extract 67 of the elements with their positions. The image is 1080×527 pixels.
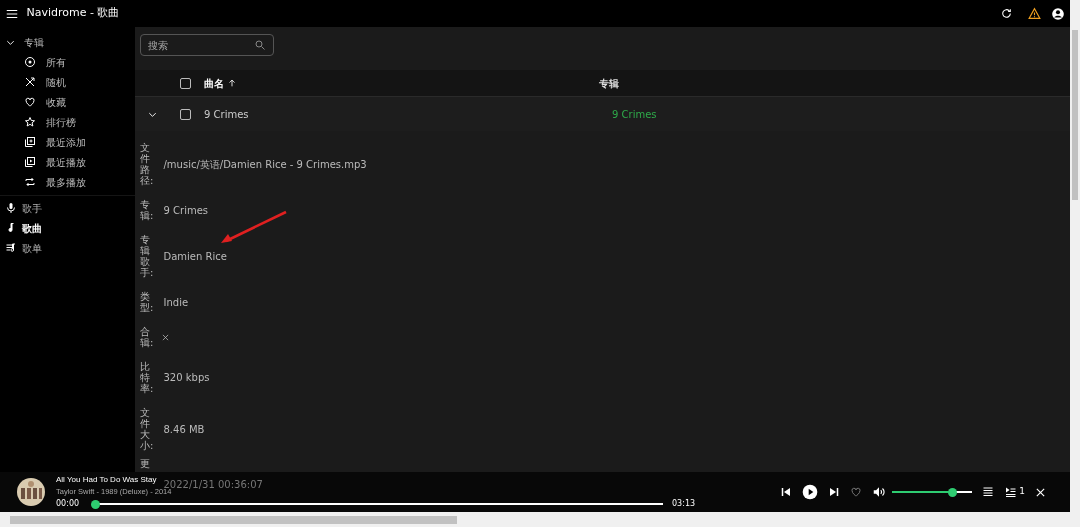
sidebar-group-label: 专辑	[23, 35, 44, 50]
sidebar-icon	[24, 116, 36, 128]
search-field[interactable]: 搜索	[140, 34, 274, 56]
field-label: 类型:	[140, 291, 155, 313]
checkbox[interactable]	[180, 77, 191, 89]
field-value: 8.46 MB	[163, 422, 205, 437]
vertical-scrollbar[interactable]	[1070, 0, 1080, 512]
search-icon	[254, 39, 266, 51]
horizontal-scrollbar[interactable]	[0, 512, 1080, 527]
column-header[interactable]: 专辑	[599, 75, 619, 91]
progress-thumb[interactable]	[91, 499, 100, 509]
current-time: 00:00	[56, 498, 81, 510]
sidebar-item[interactable]: 最多播放	[0, 172, 135, 192]
microphone-icon	[5, 202, 17, 214]
album-link[interactable]: 9 Crimes	[612, 106, 657, 122]
queue-button[interactable]: 1	[1003, 485, 1025, 499]
field-value: Indie	[163, 295, 189, 310]
field-label: 专辑歌手:	[140, 234, 155, 278]
field-label: 比特率:	[140, 361, 155, 394]
sidebar-item[interactable]: 最近添加	[0, 132, 135, 152]
field-label: 合辑:	[140, 326, 155, 348]
duration: 03:13	[672, 498, 696, 510]
music-note-icon	[5, 222, 17, 234]
sidebar-item[interactable]: 所有	[0, 52, 135, 72]
account-icon[interactable]	[1051, 6, 1065, 21]
sidebar-icon	[24, 56, 36, 68]
column-header[interactable]: 曲名	[204, 75, 224, 91]
sidebar-icon	[24, 176, 36, 188]
sidebar-item[interactable]: 歌曲	[0, 218, 135, 238]
sort-arrow-icon[interactable]	[226, 78, 237, 88]
sidebar-item[interactable]: 排行榜	[0, 112, 135, 132]
field-value: /music/英语/Damien Rice - 9 Crimes.mp3	[163, 157, 367, 172]
field-label: 更	[140, 458, 151, 469]
heart-icon[interactable]	[849, 486, 862, 498]
sidebar-item[interactable]: 歌手	[0, 198, 135, 218]
warning-icon[interactable]	[1028, 7, 1041, 20]
field-label: 专辑:	[140, 199, 155, 221]
sidebar-icon	[24, 156, 36, 168]
volume-thumb[interactable]	[947, 487, 957, 497]
sidebar-icon	[24, 136, 36, 148]
volume-icon[interactable]	[871, 485, 886, 499]
annotation-arrow	[220, 210, 288, 245]
sidebar-group[interactable]: 专辑	[0, 32, 135, 52]
app-title: Navidrome - 歌曲	[26, 5, 120, 22]
refresh-icon[interactable]	[1000, 7, 1013, 20]
field-label: 文件大小:	[140, 407, 155, 451]
close-icon[interactable]	[1035, 486, 1046, 498]
checkbox[interactable]	[180, 108, 191, 120]
sidebar-item[interactable]: 歌单	[0, 238, 135, 258]
list-icon[interactable]	[981, 486, 994, 498]
table-cell-text: 9 Crimes	[204, 107, 250, 122]
play-icon[interactable]	[801, 484, 818, 500]
sidebar-item[interactable]: 收藏	[0, 92, 135, 112]
cross-icon	[161, 332, 170, 342]
next-icon[interactable]	[827, 486, 840, 498]
playlist-icon	[5, 242, 17, 254]
field-value: 9 Crimes	[163, 203, 209, 218]
field-label: 文件路径:	[140, 142, 155, 186]
field-value: Damien Rice	[163, 249, 227, 264]
sidebar-item[interactable]: 随机	[0, 72, 135, 92]
previous-icon[interactable]	[779, 486, 792, 498]
track-title: All You Had To Do Was Stay	[56, 474, 157, 486]
queue-icon	[1003, 486, 1017, 498]
sidebar-icon	[24, 96, 36, 108]
sidebar-icon	[24, 76, 36, 88]
field-value: 320 kbps	[163, 371, 210, 385]
sidebar-item[interactable]: 最近播放	[0, 152, 135, 172]
